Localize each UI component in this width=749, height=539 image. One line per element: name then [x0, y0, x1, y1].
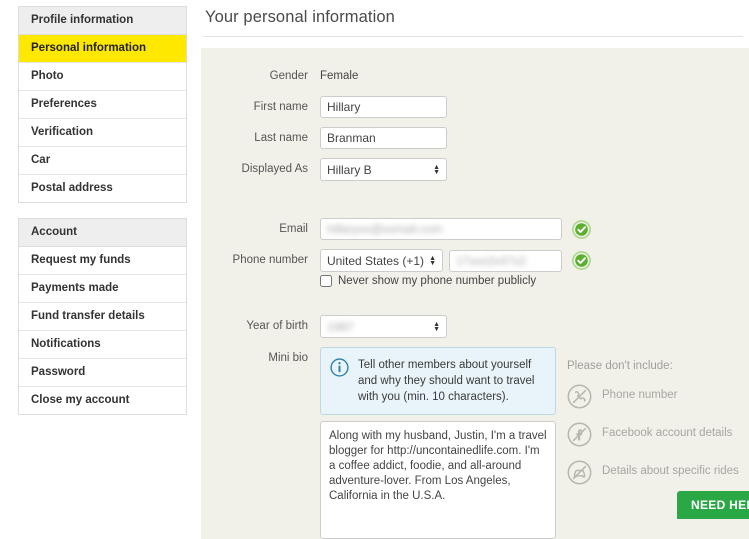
label-email: Email	[279, 223, 308, 235]
sidebar-item-close-my-account[interactable]: Close my account	[19, 387, 186, 414]
dont-include-item-facebook: Facebook account details	[567, 422, 743, 450]
label-mini-bio: Mini bio	[268, 352, 308, 364]
info-icon	[330, 358, 349, 380]
last-name-input[interactable]	[320, 127, 447, 149]
label-year-of-birth: Year of birth	[246, 320, 308, 332]
dont-include-item-phone: Phone number	[567, 384, 743, 412]
phone-country-select[interactable]: United States (+1)	[320, 249, 443, 272]
row-displayed-as: Displayed As Hillary B ▲ ▼	[201, 158, 749, 181]
no-rides-icon	[567, 460, 592, 488]
need-help-button[interactable]: NEED HELP	[677, 491, 749, 519]
displayed-as-select[interactable]: Hillary B	[320, 158, 447, 181]
verified-check-icon-phone	[572, 251, 591, 270]
title-divider	[203, 36, 743, 37]
sidebar-item-postal-address[interactable]: Postal address	[19, 175, 186, 202]
never-show-phone-label: Never show my phone number publicly	[338, 275, 537, 287]
nav-group-profile: Profile information Personal information…	[18, 6, 187, 203]
row-email: Email hillaryxx@xxmail.com	[201, 218, 749, 240]
sidebar-item-preferences[interactable]: Preferences	[19, 91, 186, 119]
page-title: Your personal information	[205, 8, 395, 26]
dont-include-label-facebook: Facebook account details	[602, 427, 733, 439]
label-phone-number: Phone number	[232, 254, 308, 266]
verified-check-icon-email	[572, 219, 591, 239]
never-show-phone-row: Never show my phone number publicly	[320, 275, 749, 287]
label-last-name: Last name	[254, 132, 308, 144]
sidebar-item-payments-made[interactable]: Payments made	[19, 275, 186, 303]
sidebar-item-verification[interactable]: Verification	[19, 119, 186, 147]
personal-information-form: Gender Female First name Last name	[201, 48, 749, 539]
no-phone-icon	[567, 384, 592, 412]
never-show-phone-checkbox[interactable]	[320, 275, 332, 287]
row-gender: Gender Female	[201, 65, 749, 87]
sidebar-item-request-my-funds[interactable]: Request my funds	[19, 247, 186, 275]
nav-header-profile: Profile information	[19, 7, 186, 35]
sidebar-item-notifications[interactable]: Notifications	[19, 331, 186, 359]
dont-include-panel: Please don't include: Phone number Faceb…	[567, 360, 743, 498]
year-of-birth-select[interactable]	[320, 315, 447, 338]
sidebar: Profile information Personal information…	[18, 6, 187, 430]
mini-bio-info-box: Tell other members about yourself and wh…	[320, 347, 556, 415]
main-content: Your personal information Gender Female …	[201, 0, 749, 539]
mini-bio-textarea[interactable]: Along with my husband, Justin, I'm a tra…	[320, 421, 556, 539]
no-facebook-icon	[567, 422, 592, 450]
sidebar-item-password[interactable]: Password	[19, 359, 186, 387]
sidebar-item-personal-information[interactable]: Personal information	[19, 35, 186, 63]
mini-bio-info-text: Tell other members about yourself and wh…	[358, 359, 535, 403]
email-input[interactable]	[320, 218, 562, 240]
row-phone-number: Phone number United States (+1) ▲ ▼ 17xxx…	[201, 249, 749, 272]
dont-include-title: Please don't include:	[567, 360, 673, 372]
sidebar-item-fund-transfer-details[interactable]: Fund transfer details	[19, 303, 186, 331]
sidebar-item-car[interactable]: Car	[19, 147, 186, 175]
row-last-name: Last name	[201, 127, 749, 149]
label-displayed-as: Displayed As	[241, 163, 308, 175]
phone-number-input[interactable]	[449, 249, 562, 272]
dont-include-item-rides: Details about specific rides	[567, 460, 743, 488]
value-gender: Female	[320, 70, 359, 82]
first-name-input[interactable]	[320, 96, 447, 118]
row-year-of-birth: Year of birth ▲ ▼ 1987	[201, 315, 749, 338]
dont-include-label-phone: Phone number	[602, 389, 678, 401]
dont-include-label-rides: Details about specific rides	[602, 465, 739, 477]
sidebar-item-photo[interactable]: Photo	[19, 63, 186, 91]
page-root: Profile information Personal information…	[0, 0, 749, 539]
row-first-name: First name	[201, 96, 749, 118]
label-first-name: First name	[253, 101, 308, 113]
label-gender: Gender	[269, 70, 308, 82]
nav-group-account: Account Request my funds Payments made F…	[18, 218, 187, 415]
nav-header-account: Account	[19, 219, 186, 247]
